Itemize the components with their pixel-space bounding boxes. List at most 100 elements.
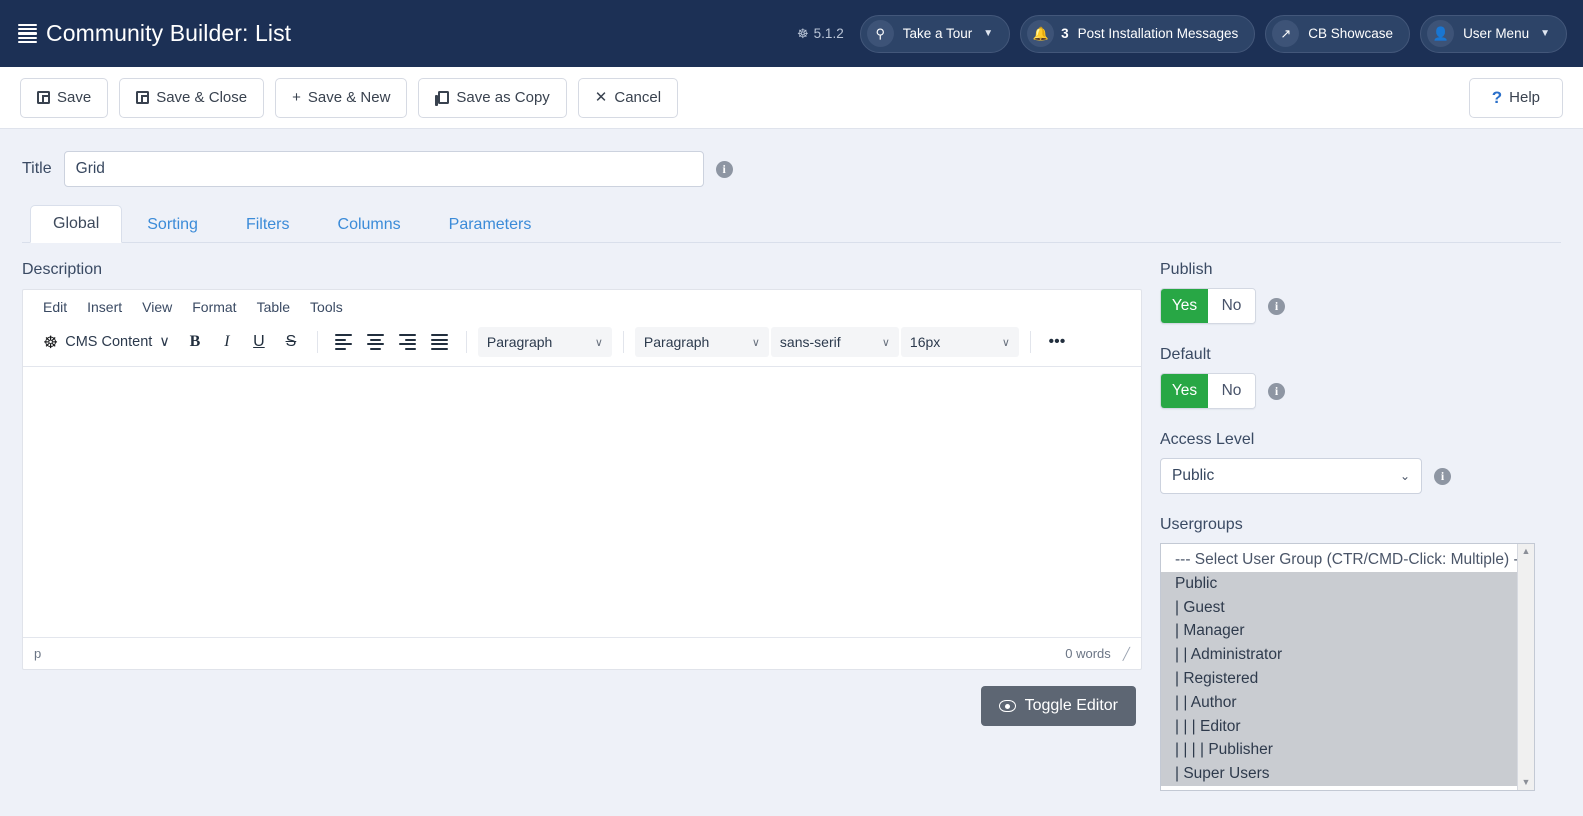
info-icon[interactable]: i: [715, 160, 733, 178]
usergroups-option[interactable]: | Registered: [1161, 666, 1517, 691]
usergroups-option[interactable]: | Manager: [1161, 619, 1517, 644]
chevron-down-icon: ▼: [983, 28, 994, 39]
info-icon[interactable]: i: [1268, 297, 1285, 315]
usergroups-group: Usergroups --- Select User Group (CTR/CM…: [1160, 516, 1561, 791]
default-no-option[interactable]: No: [1208, 374, 1255, 408]
default-group: Default Yes No i: [1160, 346, 1561, 409]
tab-sorting[interactable]: Sorting: [124, 206, 221, 243]
element-path[interactable]: p: [34, 646, 41, 661]
joomla-icon: ☸: [43, 332, 59, 352]
signpost-icon: ⚲: [866, 20, 894, 47]
usergroups-option[interactable]: | Super Users: [1161, 762, 1517, 786]
close-icon: ✕: [594, 89, 608, 106]
usergroups-multiselect[interactable]: --- Select User Group (CTR/CMD-Click: Mu…: [1160, 543, 1535, 791]
fontsize-select-value: 16px: [909, 334, 941, 350]
content-columns: Description Edit Insert View Format Tabl…: [22, 243, 1561, 797]
publish-no-option[interactable]: No: [1208, 289, 1255, 323]
more-options-button[interactable]: •••: [1042, 327, 1072, 357]
top-header-bar: Community Builder: List ☸ 5.1.2 ⚲ Take a…: [0, 0, 1583, 67]
blocks-select[interactable]: Paragraph ∨: [477, 327, 612, 357]
save-and-new-label: Save & New: [307, 89, 391, 106]
align-justify-button[interactable]: [425, 327, 455, 357]
action-toolbar: Save Save & Close + Save & New Save as C…: [0, 67, 1583, 129]
post-installation-messages-label: Post Installation Messages: [1077, 26, 1239, 41]
default-row: Yes No i: [1160, 373, 1561, 409]
access-level-group: Access Level Public ⌄ i: [1160, 431, 1561, 494]
align-right-icon: [399, 334, 417, 350]
save-as-copy-button[interactable]: Save as Copy: [418, 77, 567, 118]
strikethrough-button[interactable]: S: [276, 327, 306, 357]
access-level-label: Access Level: [1160, 431, 1255, 448]
list-icon: [18, 23, 37, 44]
fontfamily-select-value: sans-serif: [779, 334, 841, 350]
usergroups-placeholder-option[interactable]: --- Select User Group (CTR/CMD-Click: Mu…: [1161, 548, 1517, 572]
info-icon[interactable]: i: [1268, 382, 1285, 400]
menu-format[interactable]: Format: [184, 296, 244, 318]
help-button-label: Help: [1509, 89, 1540, 106]
joomla-version: ☸ 5.1.2: [797, 26, 844, 41]
editor-status-bar: p 0 words ╱: [23, 637, 1141, 669]
access-level-select[interactable]: Public ⌄: [1160, 458, 1422, 494]
usergroups-option[interactable]: | Guest: [1161, 595, 1517, 620]
save-and-close-label: Save & Close: [156, 89, 248, 106]
info-icon[interactable]: i: [1434, 467, 1451, 485]
user-menu-button[interactable]: 👤 User Menu ▼: [1420, 14, 1567, 53]
usergroups-option[interactable]: | | | Editor: [1161, 714, 1517, 739]
title-input[interactable]: [63, 151, 704, 187]
menu-edit[interactable]: Edit: [35, 296, 75, 318]
eye-icon: [998, 700, 1016, 712]
editor-content-area[interactable]: [23, 367, 1141, 637]
usergroups-scrollbar[interactable]: ▲ ▼: [1517, 544, 1534, 790]
chevron-down-icon: ∨: [751, 336, 760, 349]
fontfamily-select[interactable]: sans-serif ∨: [770, 327, 899, 357]
save-as-copy-label: Save as Copy: [456, 89, 550, 106]
blocks-select-value: Paragraph: [486, 334, 553, 350]
usergroups-option[interactable]: | | | | Publisher: [1161, 738, 1517, 763]
align-center-icon: [367, 334, 385, 350]
menu-insert[interactable]: Insert: [79, 296, 130, 318]
tab-filters[interactable]: Filters: [223, 206, 313, 243]
help-button[interactable]: ? Help: [1468, 77, 1563, 118]
cb-showcase-button[interactable]: ↗ CB Showcase: [1265, 14, 1411, 53]
scroll-down-icon[interactable]: ▼: [1522, 778, 1531, 787]
publish-yes-option[interactable]: Yes: [1161, 289, 1208, 323]
fontsize-select[interactable]: 16px ∨: [900, 327, 1019, 357]
menu-view[interactable]: View: [134, 296, 180, 318]
cancel-button[interactable]: ✕ Cancel: [577, 77, 679, 118]
cms-content-button[interactable]: ☸ CMS Content ∨: [35, 327, 178, 357]
toggle-editor-button[interactable]: Toggle Editor: [980, 686, 1136, 726]
resize-handle[interactable]: ╱: [1123, 647, 1130, 661]
menu-table[interactable]: Table: [249, 296, 298, 318]
default-yes-option[interactable]: Yes: [1161, 374, 1208, 408]
chevron-down-icon: ∨: [594, 336, 603, 349]
usergroups-option[interactable]: | | Author: [1161, 690, 1517, 715]
usergroups-option[interactable]: | | Administrator: [1161, 643, 1517, 667]
post-installation-messages-button[interactable]: 🔔 3 Post Installation Messages: [1020, 14, 1256, 53]
cms-content-label: CMS Content: [65, 334, 153, 350]
align-center-button[interactable]: [361, 327, 391, 357]
save-and-new-button[interactable]: + Save & New: [275, 77, 408, 118]
underline-button[interactable]: U: [244, 327, 274, 357]
italic-button[interactable]: I: [212, 327, 242, 357]
brand[interactable]: Community Builder: List: [18, 20, 291, 47]
align-justify-icon: [431, 334, 449, 350]
title-field-row: Title i: [22, 129, 1561, 187]
align-right-button[interactable]: [393, 327, 423, 357]
publish-label: Publish: [1160, 261, 1213, 278]
save-button[interactable]: Save: [20, 77, 109, 118]
tab-global[interactable]: Global: [30, 205, 123, 243]
tab-columns[interactable]: Columns: [315, 206, 424, 243]
align-left-button[interactable]: [329, 327, 359, 357]
styles-select[interactable]: Paragraph ∨: [634, 327, 769, 357]
cb-showcase-label: CB Showcase: [1308, 26, 1394, 41]
take-a-tour-button[interactable]: ⚲ Take a Tour ▼: [859, 14, 1011, 53]
tab-parameters[interactable]: Parameters: [426, 206, 555, 243]
scroll-up-icon[interactable]: ▲: [1522, 547, 1531, 556]
usergroups-option[interactable]: Public: [1161, 571, 1517, 596]
toolbar-divider: [622, 331, 624, 353]
publish-toggle[interactable]: Yes No: [1160, 288, 1256, 324]
save-and-close-button[interactable]: Save & Close: [119, 77, 265, 118]
menu-tools[interactable]: Tools: [302, 296, 351, 318]
bold-button[interactable]: B: [180, 327, 210, 357]
default-toggle[interactable]: Yes No: [1160, 373, 1256, 409]
